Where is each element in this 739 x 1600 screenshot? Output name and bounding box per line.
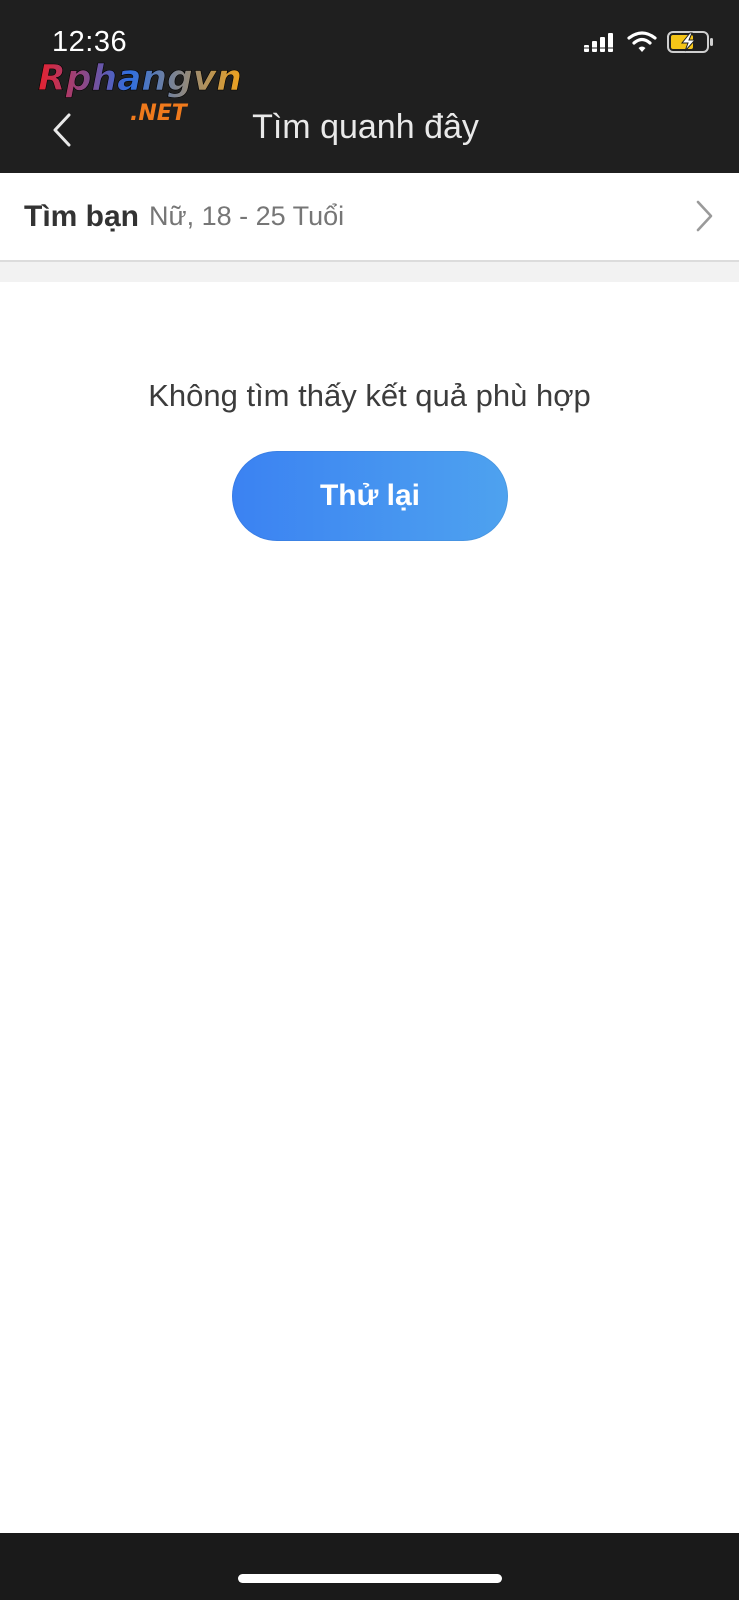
section-separator — [0, 262, 739, 282]
retry-button[interactable]: Thử lại — [232, 451, 508, 541]
page-title: Tìm quanh đây — [0, 108, 739, 147]
top-header: 12:36 Rphangvn .NET Tìm quanh đây — [0, 0, 739, 173]
home-indicator[interactable] — [238, 1574, 502, 1583]
status-icons — [583, 30, 715, 54]
svg-text:Rphangvn: Rphangvn — [38, 58, 242, 99]
wifi-icon — [627, 31, 657, 52]
filter-value: Nữ, 18 - 25 Tuổi — [149, 201, 345, 231]
chevron-right-icon — [696, 200, 713, 232]
filter-label: Tìm bạn — [24, 199, 140, 233]
status-time: 12:36 — [52, 26, 128, 58]
page-title-text: Tìm quanh đây — [252, 108, 479, 146]
empty-state-message: Không tìm thấy kết quả phù hợp — [148, 378, 591, 413]
battery-charging-icon — [667, 31, 713, 53]
filter-row[interactable]: Tìm bạn Nữ, 18 - 25 Tuổi — [0, 173, 739, 262]
bottom-bar — [0, 1533, 739, 1600]
cellular-signal-icon — [584, 33, 613, 52]
